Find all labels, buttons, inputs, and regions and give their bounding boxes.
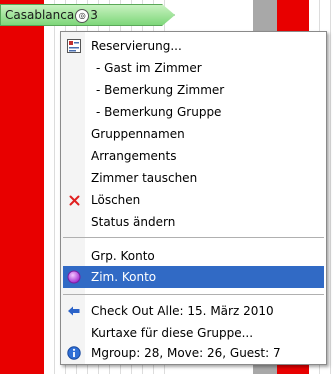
info-icon — [63, 342, 85, 364]
menu-item-label: Arrangements — [91, 149, 177, 163]
menu-item-label: Mgroup: 28, Move: 26, Guest: 7 — [91, 346, 281, 360]
menu-item-zim-konto[interactable]: Zim. Konto — [63, 266, 324, 288]
delete-x-icon — [63, 189, 85, 211]
context-menu: Reservierung... - Gast im Zimmer - Bemer… — [60, 31, 327, 365]
menu-item-label: Gruppennamen — [91, 127, 185, 141]
menu-item-label: - Bemerkung Gruppe — [96, 105, 222, 119]
menu-item-zimmer-tauschen[interactable]: Zimmer tauschen — [63, 167, 324, 189]
menu-item-kurtaxe[interactable]: Kurtaxe für diese Gruppe... — [63, 322, 324, 344]
menu-item-label: Kurtaxe für diese Gruppe... — [91, 326, 254, 340]
reservation-name: Casablanca — [5, 8, 75, 22]
menu-item-check-out-alle[interactable]: Check Out Alle: 15. März 2010 — [63, 300, 324, 322]
account-circle-icon — [63, 266, 85, 288]
menu-item-label: Grp. Konto — [91, 249, 155, 263]
menu-item-label: Löschen — [91, 193, 141, 207]
reservation-icon — [63, 35, 85, 57]
group-icon: ◎ — [75, 9, 90, 23]
menu-separator — [63, 294, 324, 295]
reservation-count: 3 — [90, 8, 98, 22]
occupied-column — [0, 0, 44, 374]
menu-item-label: Zim. Konto — [91, 270, 157, 284]
menu-item-label: - Gast im Zimmer — [96, 61, 202, 75]
menu-item-bemerkung-zimmer[interactable]: - Bemerkung Zimmer — [63, 79, 324, 101]
menu-item-label: Reservierung... — [91, 39, 182, 53]
menu-item-loeschen[interactable]: Löschen — [63, 189, 324, 211]
menu-item-label: Check Out Alle: 15. März 2010 — [91, 304, 274, 318]
arrow-left-icon — [63, 300, 85, 322]
menu-item-status-aendern[interactable]: Status ändern — [63, 211, 324, 233]
menu-item-arrangements[interactable]: Arrangements — [63, 145, 324, 167]
menu-item-label: Status ändern — [91, 215, 176, 229]
menu-item-bemerkung-gruppe[interactable]: - Bemerkung Gruppe — [63, 101, 324, 123]
menu-item-grp-konto[interactable]: Grp. Konto — [63, 245, 324, 267]
menu-item-label: Zimmer tauschen — [91, 171, 198, 185]
menu-item-gruppennamen[interactable]: Gruppennamen — [63, 123, 324, 145]
menu-item-reservierung[interactable]: Reservierung... — [63, 35, 324, 57]
menu-item-info[interactable]: Mgroup: 28, Move: 26, Guest: 7 — [63, 342, 324, 364]
menu-item-gast-im-zimmer[interactable]: - Gast im Zimmer — [63, 57, 324, 79]
menu-item-label: - Bemerkung Zimmer — [96, 83, 225, 97]
reservation-bar[interactable]: Casablanca ◎ 3 — [0, 4, 175, 26]
menu-separator — [63, 237, 324, 238]
